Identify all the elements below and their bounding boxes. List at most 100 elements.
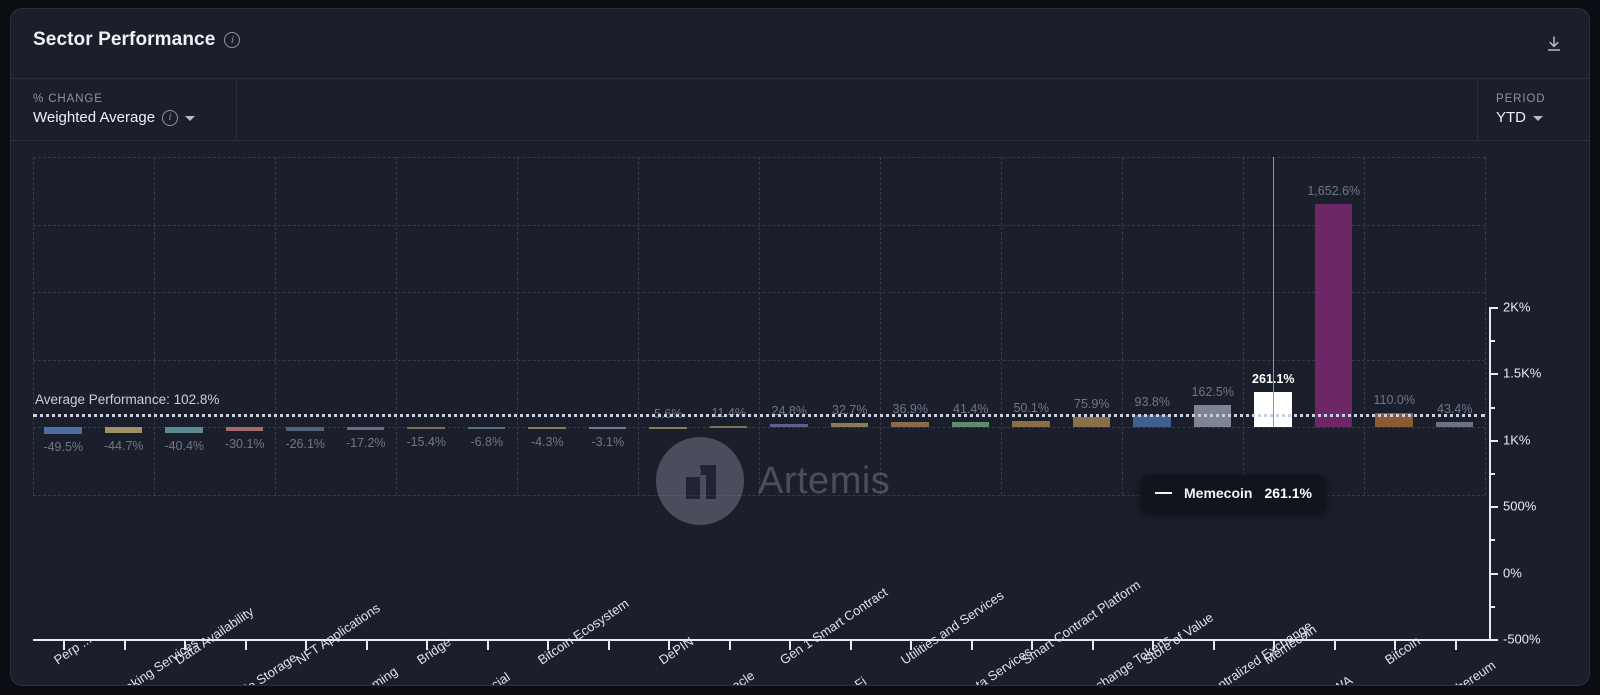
- change-mode-value: Weighted Average: [33, 109, 155, 126]
- x-axis-tick: [1334, 641, 1336, 650]
- bar-value-label: -3.1%: [591, 435, 624, 449]
- x-axis-tick: [850, 641, 852, 650]
- bar-exchange-tokens[interactable]: [1073, 417, 1111, 427]
- change-mode-value-row: Weighted Average i: [33, 109, 218, 126]
- y-axis-tick: [1489, 639, 1498, 641]
- y-axis-minor-tick: [1489, 340, 1495, 342]
- bar-depin[interactable]: [649, 427, 687, 429]
- chart-tooltip: Memecoin 261.1%: [1141, 475, 1326, 511]
- tooltip-series-value: 261.1%: [1264, 485, 1311, 501]
- x-axis-label: Oracle: [717, 668, 757, 686]
- info-icon[interactable]: i: [224, 32, 240, 48]
- bar-value-label: -6.8%: [470, 435, 503, 449]
- bar-defi[interactable]: [831, 423, 869, 427]
- bar-value-label: 110.0%: [1374, 393, 1415, 407]
- bar-value-label: 93.8%: [1135, 395, 1170, 409]
- grid-line-vertical: [638, 157, 639, 495]
- grid-line-vertical: [154, 157, 155, 495]
- average-performance-label: Average Performance: 102.8%: [35, 392, 219, 407]
- bar-value-label: -17.2%: [346, 436, 386, 450]
- tooltip-series-marker-icon: [1155, 492, 1172, 495]
- bar-file-storage[interactable]: [226, 427, 264, 431]
- bar-ai[interactable]: [589, 427, 627, 429]
- x-axis-tick: [1455, 641, 1457, 650]
- x-axis-label: RWA: [1322, 672, 1355, 686]
- bar-rwa[interactable]: [1315, 204, 1353, 427]
- y-axis: 2K%1.5K%1K%500%0%-500%: [1489, 307, 1491, 639]
- bar-gaming[interactable]: [347, 427, 385, 429]
- grid-line-vertical: [517, 157, 518, 495]
- x-axis-label: Centralized Exchange: [1201, 618, 1315, 686]
- x-axis-tick: [729, 641, 731, 650]
- bar-data-availability[interactable]: [165, 427, 203, 432]
- tooltip-series-name: Memecoin: [1184, 485, 1252, 501]
- x-axis-label: AI: [596, 682, 615, 686]
- x-axis-label: Ethereum: [1443, 657, 1498, 686]
- change-mode-selector[interactable]: % CHANGE Weighted Average i: [11, 79, 237, 140]
- bar-oracle[interactable]: [710, 426, 748, 428]
- bar-bitcoin-ecosystem[interactable]: [528, 427, 566, 429]
- download-icon[interactable]: [1541, 31, 1567, 57]
- grid-line-vertical: [1485, 157, 1486, 495]
- bar-social[interactable]: [468, 427, 506, 429]
- bar-value-label: -49.5%: [43, 440, 83, 454]
- bar-value-label: -4.3%: [531, 435, 564, 449]
- y-axis-label: 0%: [1503, 565, 1522, 580]
- control-spacer: [237, 79, 1477, 140]
- x-axis-tick: [1092, 641, 1094, 650]
- chart-area: -49.5%-44.7%-40.4%-30.1%-26.1%-17.2%-15.…: [11, 141, 1589, 686]
- bar-value-label: -30.1%: [225, 437, 265, 451]
- bar-staking-services[interactable]: [105, 427, 143, 433]
- hover-indicator-line: [1273, 157, 1274, 427]
- y-axis-tick: [1489, 440, 1498, 442]
- x-axis-tick: [608, 641, 610, 650]
- grid-line-vertical: [1001, 157, 1002, 495]
- change-mode-label: % CHANGE: [33, 93, 218, 105]
- y-axis-label: 2K%: [1503, 300, 1530, 315]
- x-axis-tick: [1213, 641, 1215, 650]
- bar-bridge[interactable]: [407, 427, 445, 429]
- x-axis-label: File Storage: [233, 650, 299, 686]
- bar-store-of-value[interactable]: [1133, 415, 1171, 428]
- bar-gen-1-smart-contract[interactable]: [770, 424, 808, 427]
- bar-ethereum[interactable]: [1436, 422, 1474, 428]
- x-axis-tick: [487, 641, 489, 650]
- bar-smart-contract-platform[interactable]: [1012, 421, 1050, 428]
- bar-utilities-and-services[interactable]: [891, 422, 929, 427]
- card-header: Sector Performance i: [11, 9, 1589, 79]
- bar-value-label: 162.5%: [1192, 385, 1234, 399]
- grid-line-vertical: [275, 157, 276, 495]
- control-bar: % CHANGE Weighted Average i PERIOD YTD: [11, 79, 1589, 141]
- period-selector[interactable]: PERIOD YTD: [1477, 79, 1589, 140]
- x-axis-label: Gaming: [354, 664, 400, 686]
- y-axis-label: 1.5K%: [1503, 366, 1541, 381]
- chevron-down-icon[interactable]: [1533, 116, 1543, 121]
- grid-line-vertical: [1243, 157, 1244, 495]
- x-axis-tick: [245, 641, 247, 650]
- x-axis-label: Smart Contract Platform: [1019, 577, 1143, 667]
- x-axis-label: Utilities and Services: [898, 588, 1006, 668]
- bar-data-services[interactable]: [952, 422, 990, 428]
- y-axis-tick: [1489, 373, 1498, 375]
- bar-nft-applications[interactable]: [286, 427, 324, 431]
- title-group: Sector Performance i: [33, 29, 240, 51]
- average-performance-line: [33, 414, 1485, 417]
- y-axis-tick: [1489, 506, 1498, 508]
- x-axis-label: Social: [475, 669, 513, 686]
- grid-line-vertical: [396, 157, 397, 495]
- page-title: Sector Performance: [33, 29, 215, 51]
- grid-line-vertical: [1122, 157, 1123, 495]
- y-axis-label: 1K%: [1503, 432, 1530, 447]
- bar-value-label: 75.9%: [1074, 397, 1109, 411]
- y-axis-minor-tick: [1489, 606, 1495, 608]
- x-axis-label: DeFi: [838, 674, 869, 686]
- bar-value-label: -15.4%: [406, 435, 446, 449]
- grid-line-vertical: [880, 157, 881, 495]
- x-axis-label: Bitcoin Ecosystem: [535, 596, 631, 668]
- info-icon[interactable]: i: [162, 110, 178, 126]
- y-axis-tick: [1489, 573, 1498, 575]
- sector-performance-card: Sector Performance i % CHANGE Weighted A…: [10, 8, 1590, 686]
- bar-perp[interactable]: [44, 427, 82, 434]
- chevron-down-icon[interactable]: [185, 116, 195, 121]
- grid-line-vertical: [759, 157, 760, 495]
